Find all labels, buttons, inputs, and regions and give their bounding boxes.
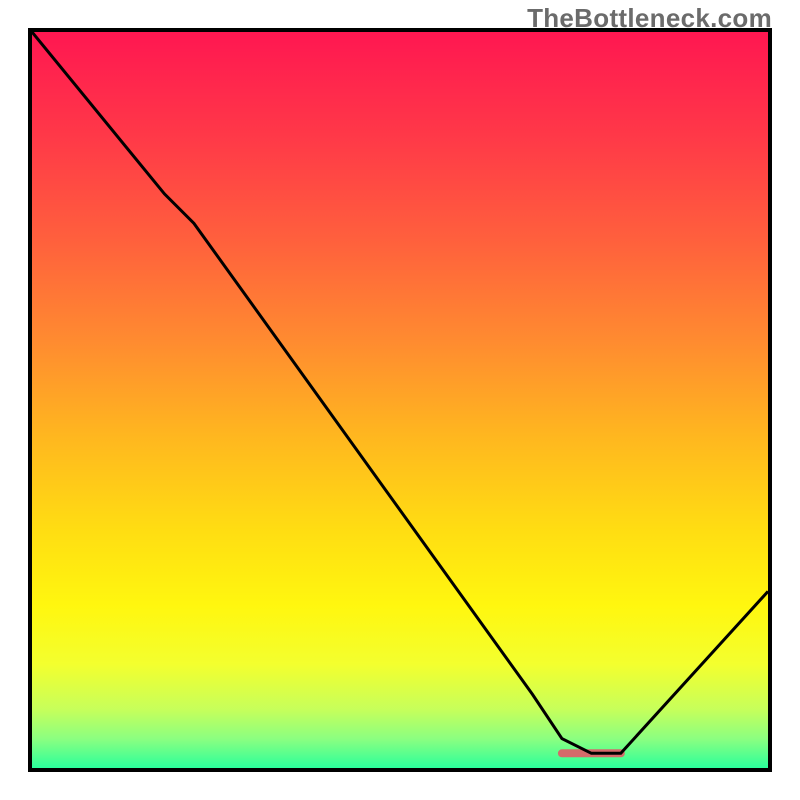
curve-layer: [32, 32, 768, 768]
bottleneck-curve: [32, 32, 768, 753]
chart-frame: TheBottleneck.com: [0, 0, 800, 800]
plot-area: [28, 28, 772, 772]
